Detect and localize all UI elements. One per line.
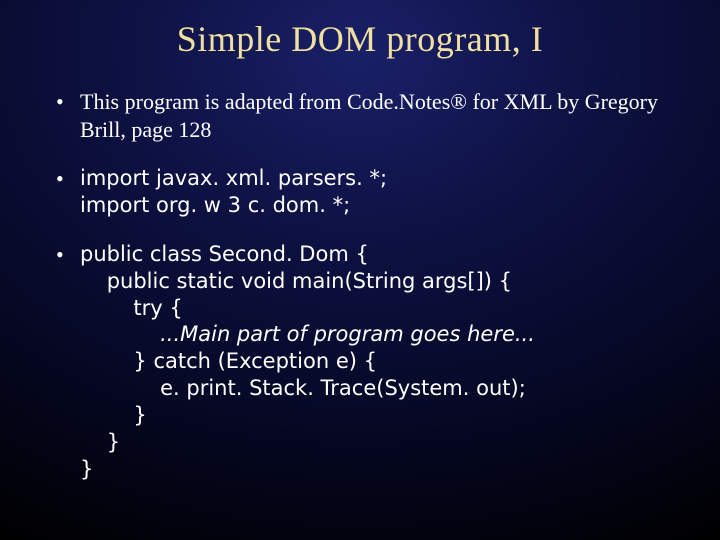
- code-line9: }: [80, 457, 93, 481]
- bullet-imports: import javax. xml. parsers. *; import or…: [50, 165, 670, 219]
- code-line7: }: [80, 403, 147, 427]
- code-line2: public static void main(String args[]) {: [80, 269, 512, 293]
- bullet-list: This program is adapted from Code.Notes®…: [50, 88, 670, 483]
- slide: Simple DOM program, I This program is ad…: [0, 0, 720, 540]
- code-line6: e. print. Stack. Trace(System. out);: [80, 376, 526, 400]
- bullet-class: public class Second. Dom { public static…: [50, 241, 670, 483]
- code-line8: }: [80, 430, 120, 454]
- code-import-line2: import org. w 3 c. dom. *;: [80, 193, 350, 217]
- bullet-intro-text: This program is adapted from Code.Notes®…: [80, 89, 658, 142]
- code-line5: } catch (Exception e) {: [80, 349, 377, 373]
- code-line4: ...Main part of program goes here...: [80, 322, 535, 346]
- slide-title: Simple DOM program, I: [50, 18, 670, 60]
- code-line1: public class Second. Dom {: [80, 242, 369, 266]
- code-import-line1: import javax. xml. parsers. *;: [80, 166, 387, 190]
- code-line3: try {: [80, 296, 183, 320]
- code-class: public class Second. Dom { public static…: [80, 241, 670, 483]
- bullet-intro: This program is adapted from Code.Notes®…: [50, 88, 670, 143]
- code-imports: import javax. xml. parsers. *; import or…: [80, 165, 670, 219]
